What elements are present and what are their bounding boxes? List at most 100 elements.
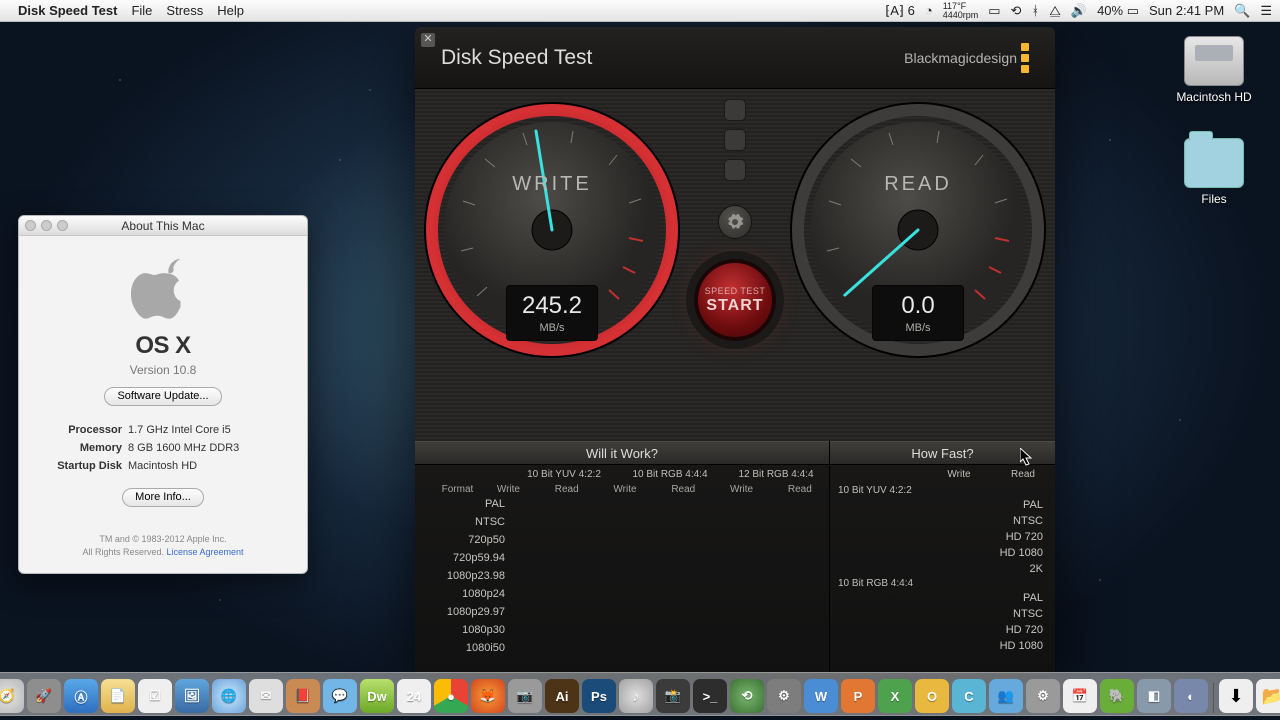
timemachine-menubar-icon[interactable]: ⟲ bbox=[1011, 3, 1022, 19]
write-label: WRITE bbox=[423, 173, 681, 196]
istat-icon[interactable]: ◔ bbox=[925, 3, 933, 18]
display-icon[interactable]: ▭ bbox=[988, 3, 1000, 19]
license-agreement-link[interactable]: License Agreement bbox=[166, 547, 243, 557]
table-row: HD 720 bbox=[830, 622, 1055, 638]
table-row: 1080p24 bbox=[415, 585, 829, 603]
dock-app-word[interactable]: W bbox=[804, 679, 838, 713]
menu-stress[interactable]: Stress bbox=[166, 3, 203, 18]
dock-app-outlook[interactable]: O bbox=[915, 679, 949, 713]
dock-app-app1[interactable]: ◧ bbox=[1137, 679, 1171, 713]
bluetooth-icon[interactable]: ᚼ bbox=[1031, 3, 1039, 18]
dock-app-ichat[interactable]: 💬 bbox=[323, 679, 357, 713]
dock-app-notes[interactable]: 📄 bbox=[101, 679, 135, 713]
read-value: 0.0 bbox=[873, 292, 963, 320]
dock-app-app2[interactable]: ◐ bbox=[1174, 679, 1208, 713]
dock-app-grab[interactable]: 📷 bbox=[508, 679, 542, 713]
read-display: 0.0 MB/s bbox=[872, 285, 964, 341]
table-row: NTSC bbox=[830, 606, 1055, 622]
spotlight-icon[interactable]: 🔍 bbox=[1234, 3, 1250, 19]
dock-app-preview[interactable]: 🖼 bbox=[175, 679, 209, 713]
desktop-icon-files[interactable]: Files bbox=[1174, 138, 1254, 206]
value-startup: Macintosh HD bbox=[128, 460, 197, 472]
about-titlebar[interactable]: About This Mac bbox=[19, 216, 307, 236]
dock-app-powerpoint[interactable]: P bbox=[841, 679, 875, 713]
dock-app-reminders[interactable]: ☑ bbox=[138, 679, 172, 713]
dock-app-terminal[interactable]: >_ bbox=[693, 679, 727, 713]
dock-app-photoshop[interactable]: Ps bbox=[582, 679, 616, 713]
menubar: Disk Speed Test File Stress Help ⁅A⁆ 6 ◔… bbox=[0, 0, 1280, 22]
table-row: 1080p30 bbox=[415, 621, 829, 639]
more-info-button[interactable]: More Info... bbox=[122, 488, 204, 507]
dock-app-contacts[interactable]: 📕 bbox=[286, 679, 320, 713]
close-button[interactable]: ✕ bbox=[421, 33, 435, 47]
dock-app-dreamweaver[interactable]: Dw bbox=[360, 679, 394, 713]
dock-app-appstore[interactable]: Ⓐ bbox=[64, 679, 98, 713]
menu-help[interactable]: Help bbox=[217, 3, 244, 18]
dock-app-messenger[interactable]: 👥 bbox=[989, 679, 1023, 713]
adobe-indicator[interactable]: ⁅A⁆ 6 bbox=[885, 3, 915, 19]
dock-app-itunes[interactable]: ♪ bbox=[619, 679, 653, 713]
os-name: OS X bbox=[33, 332, 293, 360]
disk-speed-test-window: ✕ Disk Speed Test Blackmagicdesign bbox=[415, 27, 1055, 675]
dock-app-safari2[interactable]: 🌐 bbox=[212, 679, 246, 713]
apple-logo-icon bbox=[131, 256, 195, 326]
value-memory: 8 GB 1600 MHz DDR3 bbox=[128, 442, 239, 454]
write-display: 245.2 MB/s bbox=[506, 285, 598, 341]
table-row: 1080i50 bbox=[415, 639, 829, 657]
traffic-light-zoom[interactable] bbox=[57, 220, 68, 231]
notification-center-icon[interactable]: ☰ bbox=[1260, 3, 1272, 19]
how-fast-header: How Fast? bbox=[830, 441, 1055, 465]
write-value: 245.2 bbox=[507, 292, 597, 320]
wifi-icon[interactable]: ⧋ bbox=[1049, 3, 1061, 19]
dock-app-firefox[interactable]: 🦊 bbox=[471, 679, 505, 713]
segment-indicator-3 bbox=[724, 159, 746, 181]
table-row: HD 720 bbox=[830, 529, 1055, 545]
dock-app-chrome[interactable]: ● bbox=[434, 679, 468, 713]
dock-app-iphoto[interactable]: 📸 bbox=[656, 679, 690, 713]
dock-app-calendar[interactable]: 24 bbox=[397, 679, 431, 713]
settings-button[interactable] bbox=[718, 205, 752, 239]
dock-app-launchpad[interactable]: 🚀 bbox=[27, 679, 61, 713]
write-gauge: WRITE 245.2 MB/s bbox=[423, 101, 681, 359]
os-version: Version 10.8 bbox=[33, 363, 293, 377]
format-group-label: 10 Bit YUV 4:2:2 bbox=[830, 484, 1055, 497]
app-menu[interactable]: Disk Speed Test bbox=[18, 3, 117, 18]
brand-logo: Blackmagicdesign bbox=[904, 43, 1029, 73]
menu-file[interactable]: File bbox=[131, 3, 152, 18]
dock-app-mail[interactable]: ✉ bbox=[249, 679, 283, 713]
icon-label: Macintosh HD bbox=[1174, 90, 1254, 104]
table-row: 1080p23.98 bbox=[415, 567, 829, 585]
battery-indicator[interactable]: 40% ▭ bbox=[1097, 3, 1139, 19]
dock-downloads[interactable]: ⬇ bbox=[1219, 679, 1253, 713]
dock-app-timemachine[interactable]: ⟲ bbox=[730, 679, 764, 713]
about-footer: TM and © 1983-2012 Apple Inc. All Rights… bbox=[33, 533, 293, 559]
will-it-work-header: Will it Work? bbox=[415, 441, 829, 465]
dock-app-calendar2[interactable]: 📅 bbox=[1063, 679, 1097, 713]
clock[interactable]: Sun 2:41 PM bbox=[1149, 3, 1224, 18]
dock-app-safari[interactable]: 🧭 bbox=[0, 679, 24, 713]
hard-drive-icon bbox=[1184, 36, 1244, 86]
temp-fan-indicator[interactable]: 117°F4440rpm bbox=[943, 2, 979, 20]
dock-documents[interactable]: 📂 bbox=[1256, 679, 1280, 713]
dock-app-evernote[interactable]: 🐘 bbox=[1100, 679, 1134, 713]
traffic-light-min[interactable] bbox=[41, 220, 52, 231]
software-update-button[interactable]: Software Update... bbox=[104, 387, 221, 406]
dock-app-excel[interactable]: X bbox=[878, 679, 912, 713]
table-row: HD 1080 bbox=[830, 638, 1055, 654]
traffic-light-close[interactable] bbox=[25, 220, 36, 231]
label-processor: Processor bbox=[33, 424, 128, 436]
dock-app-illustrator[interactable]: Ai bbox=[545, 679, 579, 713]
dock-app-communicator[interactable]: C bbox=[952, 679, 986, 713]
table-row: PAL bbox=[830, 590, 1055, 606]
table-row: HD 1080 bbox=[830, 545, 1055, 561]
table-row: 2K bbox=[830, 561, 1055, 577]
how-fast-panel: How Fast? Write Read 10 Bit YUV 4:2:2PAL… bbox=[829, 441, 1055, 675]
desktop-icon-macintosh-hd[interactable]: Macintosh HD bbox=[1174, 36, 1254, 104]
table-row: PAL bbox=[415, 495, 829, 513]
volume-icon[interactable]: 🔊 bbox=[1071, 3, 1087, 19]
dock-app-activity[interactable]: ⚙ bbox=[767, 679, 801, 713]
segment-indicator-1 bbox=[724, 99, 746, 121]
start-button[interactable]: SPEED TEST START bbox=[694, 259, 776, 341]
dock-app-sysprefs[interactable]: ⚙ bbox=[1026, 679, 1060, 713]
table-row: NTSC bbox=[415, 513, 829, 531]
